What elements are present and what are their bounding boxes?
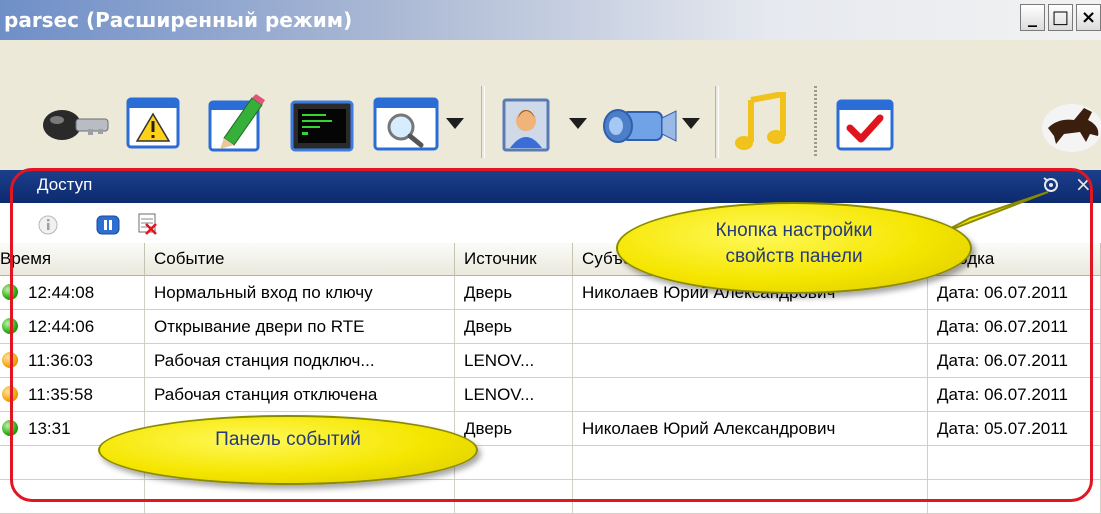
warning-icon[interactable]: [126, 96, 182, 152]
empty-cell: [573, 480, 928, 514]
pause-icon[interactable]: [96, 215, 120, 235]
cell-source: Дверь: [455, 310, 573, 344]
cell-time: 11:35:58: [0, 378, 145, 412]
empty-cell: [455, 480, 573, 514]
column-header-event[interactable]: Событие: [145, 243, 455, 276]
clear-icon[interactable]: [136, 212, 160, 236]
status-orange-icon: [2, 352, 18, 368]
cell-event: Рабочая станция подключ...: [145, 344, 455, 378]
status-green-icon: [2, 284, 18, 300]
table-row[interactable]: 12:44:08 Нормальный вход по ключу Дверь …: [0, 276, 1101, 310]
panel-close-button[interactable]: ×: [1075, 172, 1092, 196]
cell-subject: Николаев Юрий Александрович: [573, 412, 928, 446]
cell-source: LENOV...: [455, 344, 573, 378]
time-text: 11:35:58: [28, 385, 93, 404]
table-row[interactable]: 12:44:06 Открывание двери по RTE Дверь Д…: [0, 310, 1101, 344]
toolbar-grip: [814, 86, 817, 158]
empty-cell: [0, 480, 145, 514]
toolbar-separator-2: [715, 86, 719, 158]
camera-icon[interactable]: [600, 100, 678, 154]
info-icon[interactable]: [37, 214, 59, 236]
callout-settings-button: Кнопка настройки свойств панели: [616, 202, 972, 294]
cell-time: 12:44:06: [0, 310, 145, 344]
key-icon[interactable]: [40, 100, 112, 150]
app-window: parsec (Расширенный режим) _ □ × Доступ …: [0, 0, 1101, 514]
search-dropdown-arrow[interactable]: [446, 118, 464, 129]
toolbar-separator: [481, 86, 485, 158]
time-text: 12:44:08: [28, 283, 95, 302]
cell-summary: Дата: 06.07.2011: [928, 344, 1101, 378]
horse-logo-icon: [1042, 104, 1101, 152]
person-icon[interactable]: [498, 96, 556, 156]
person-dropdown-arrow[interactable]: [569, 118, 587, 129]
music-icon[interactable]: [733, 92, 791, 154]
cell-source: Дверь: [455, 276, 573, 310]
time-text: 11:36:03: [28, 351, 93, 370]
cell-event: Нормальный вход по ключу: [145, 276, 455, 310]
column-header-source[interactable]: Источник: [455, 243, 573, 276]
empty-cell: [928, 446, 1101, 480]
empty-table-row: [0, 480, 1101, 514]
cell-time: 11:36:03: [0, 344, 145, 378]
time-text: 13:31: [28, 419, 71, 438]
cell-time: 12:44:08: [0, 276, 145, 310]
cell-summary: Дата: 06.07.2011: [928, 310, 1101, 344]
cell-summary: Дата: 06.07.2011: [928, 378, 1101, 412]
cell-event: Открывание двери по RTE: [145, 310, 455, 344]
callout-events-panel: Панель событий: [98, 415, 478, 485]
status-orange-icon: [2, 386, 18, 402]
camera-dropdown-arrow[interactable]: [682, 118, 700, 129]
callout-settings-line1: Кнопка настройки: [715, 220, 873, 241]
time-text: 12:44:06: [28, 317, 95, 336]
callout-settings-line2: свойств панели: [725, 246, 863, 267]
main-toolbar: [0, 0, 1101, 170]
terminal-icon[interactable]: [290, 100, 354, 152]
empty-cell: [928, 480, 1101, 514]
status-green-icon: [2, 420, 18, 436]
status-green-icon: [2, 318, 18, 334]
search-icon[interactable]: [373, 96, 439, 154]
column-header-time[interactable]: Время: [0, 243, 145, 276]
empty-cell: [145, 480, 455, 514]
cell-event: Рабочая станция отключена: [145, 378, 455, 412]
empty-cell: [573, 446, 928, 480]
cell-subject: [573, 344, 928, 378]
cell-subject: [573, 310, 928, 344]
cell-subject: [573, 378, 928, 412]
callout-events-text: Панель событий: [215, 429, 361, 450]
cell-summary: Дата: 06.07.2011: [928, 276, 1101, 310]
table-row[interactable]: 11:36:03 Рабочая станция подключ... LENO…: [0, 344, 1101, 378]
table-row[interactable]: 11:35:58 Рабочая станция отключена LENOV…: [0, 378, 1101, 412]
panel-title: Доступ: [37, 175, 93, 194]
cell-source: LENOV...: [455, 378, 573, 412]
checkmark-icon[interactable]: [836, 98, 894, 152]
pencil-icon[interactable]: [208, 92, 268, 154]
cell-summary: Дата: 05.07.2011: [928, 412, 1101, 446]
